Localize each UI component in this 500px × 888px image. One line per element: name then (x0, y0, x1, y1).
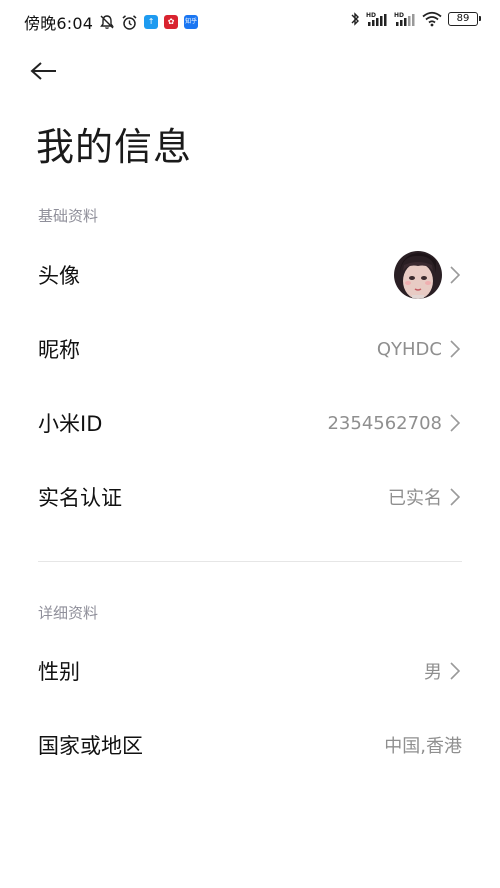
hd-signal-1-icon: HD (366, 11, 388, 27)
section-header-basic: 基础资料 (38, 207, 99, 225)
red-app-icon: ✿ (164, 15, 179, 29)
row-verification[interactable]: 实名认证 已实名 (0, 462, 500, 532)
back-arrow-icon (30, 61, 58, 85)
back-button[interactable] (30, 56, 70, 90)
row-label-verification: 实名认证 (38, 486, 122, 510)
row-region[interactable]: 国家或地区 中国,香港 (0, 710, 500, 780)
row-label-avatar: 头像 (38, 264, 80, 288)
status-bar: 傍晚6:04 ↑ ✿ 知乎 HD HD 89 (0, 0, 500, 42)
svg-text:HD: HD (366, 12, 376, 19)
section-divider (38, 561, 462, 562)
status-time: 傍晚6:04 (24, 14, 94, 33)
bluetooth-icon (350, 11, 360, 27)
avatar (394, 251, 442, 299)
chevron-right-icon (448, 339, 462, 359)
zhihu-app-icon: 知乎 (184, 15, 199, 29)
row-value-gender: 男 (424, 662, 442, 683)
row-gender[interactable]: 性别 男 (0, 636, 500, 706)
row-value-region: 中国,香港 (384, 736, 462, 757)
row-value-nickname: QYHDC (376, 338, 442, 360)
battery-icon: 89 (448, 12, 481, 26)
mute-bell-icon (99, 14, 115, 30)
row-avatar[interactable]: 头像 (0, 240, 500, 310)
row-label-nickname: 昵称 (38, 338, 80, 362)
svg-text:HD: HD (394, 12, 404, 19)
wifi-icon (422, 11, 442, 27)
hd-signal-2-icon: HD (394, 11, 416, 27)
row-value-verification: 已实名 (388, 488, 442, 509)
row-label-gender: 性别 (38, 660, 80, 684)
row-label-mi-id: 小米ID (38, 412, 103, 436)
arrow-up-app-icon: ↑ (144, 15, 159, 29)
status-left: 傍晚6:04 ↑ ✿ 知乎 (24, 10, 199, 34)
alarm-clock-icon (121, 14, 138, 31)
row-mi-id[interactable]: 小米ID 2354562708 (0, 388, 500, 458)
section-header-detail: 详细资料 (38, 604, 99, 622)
chevron-right-icon (448, 413, 462, 433)
chevron-right-icon (448, 661, 462, 681)
page-title: 我的信息 (36, 125, 193, 169)
row-value-mi-id: 2354562708 (327, 412, 442, 434)
status-right: HD HD 89 (350, 11, 481, 27)
chevron-right-icon (448, 487, 462, 507)
row-nickname[interactable]: 昵称 QYHDC (0, 314, 500, 384)
row-label-region: 国家或地区 (38, 734, 143, 758)
chevron-right-icon (448, 265, 462, 285)
